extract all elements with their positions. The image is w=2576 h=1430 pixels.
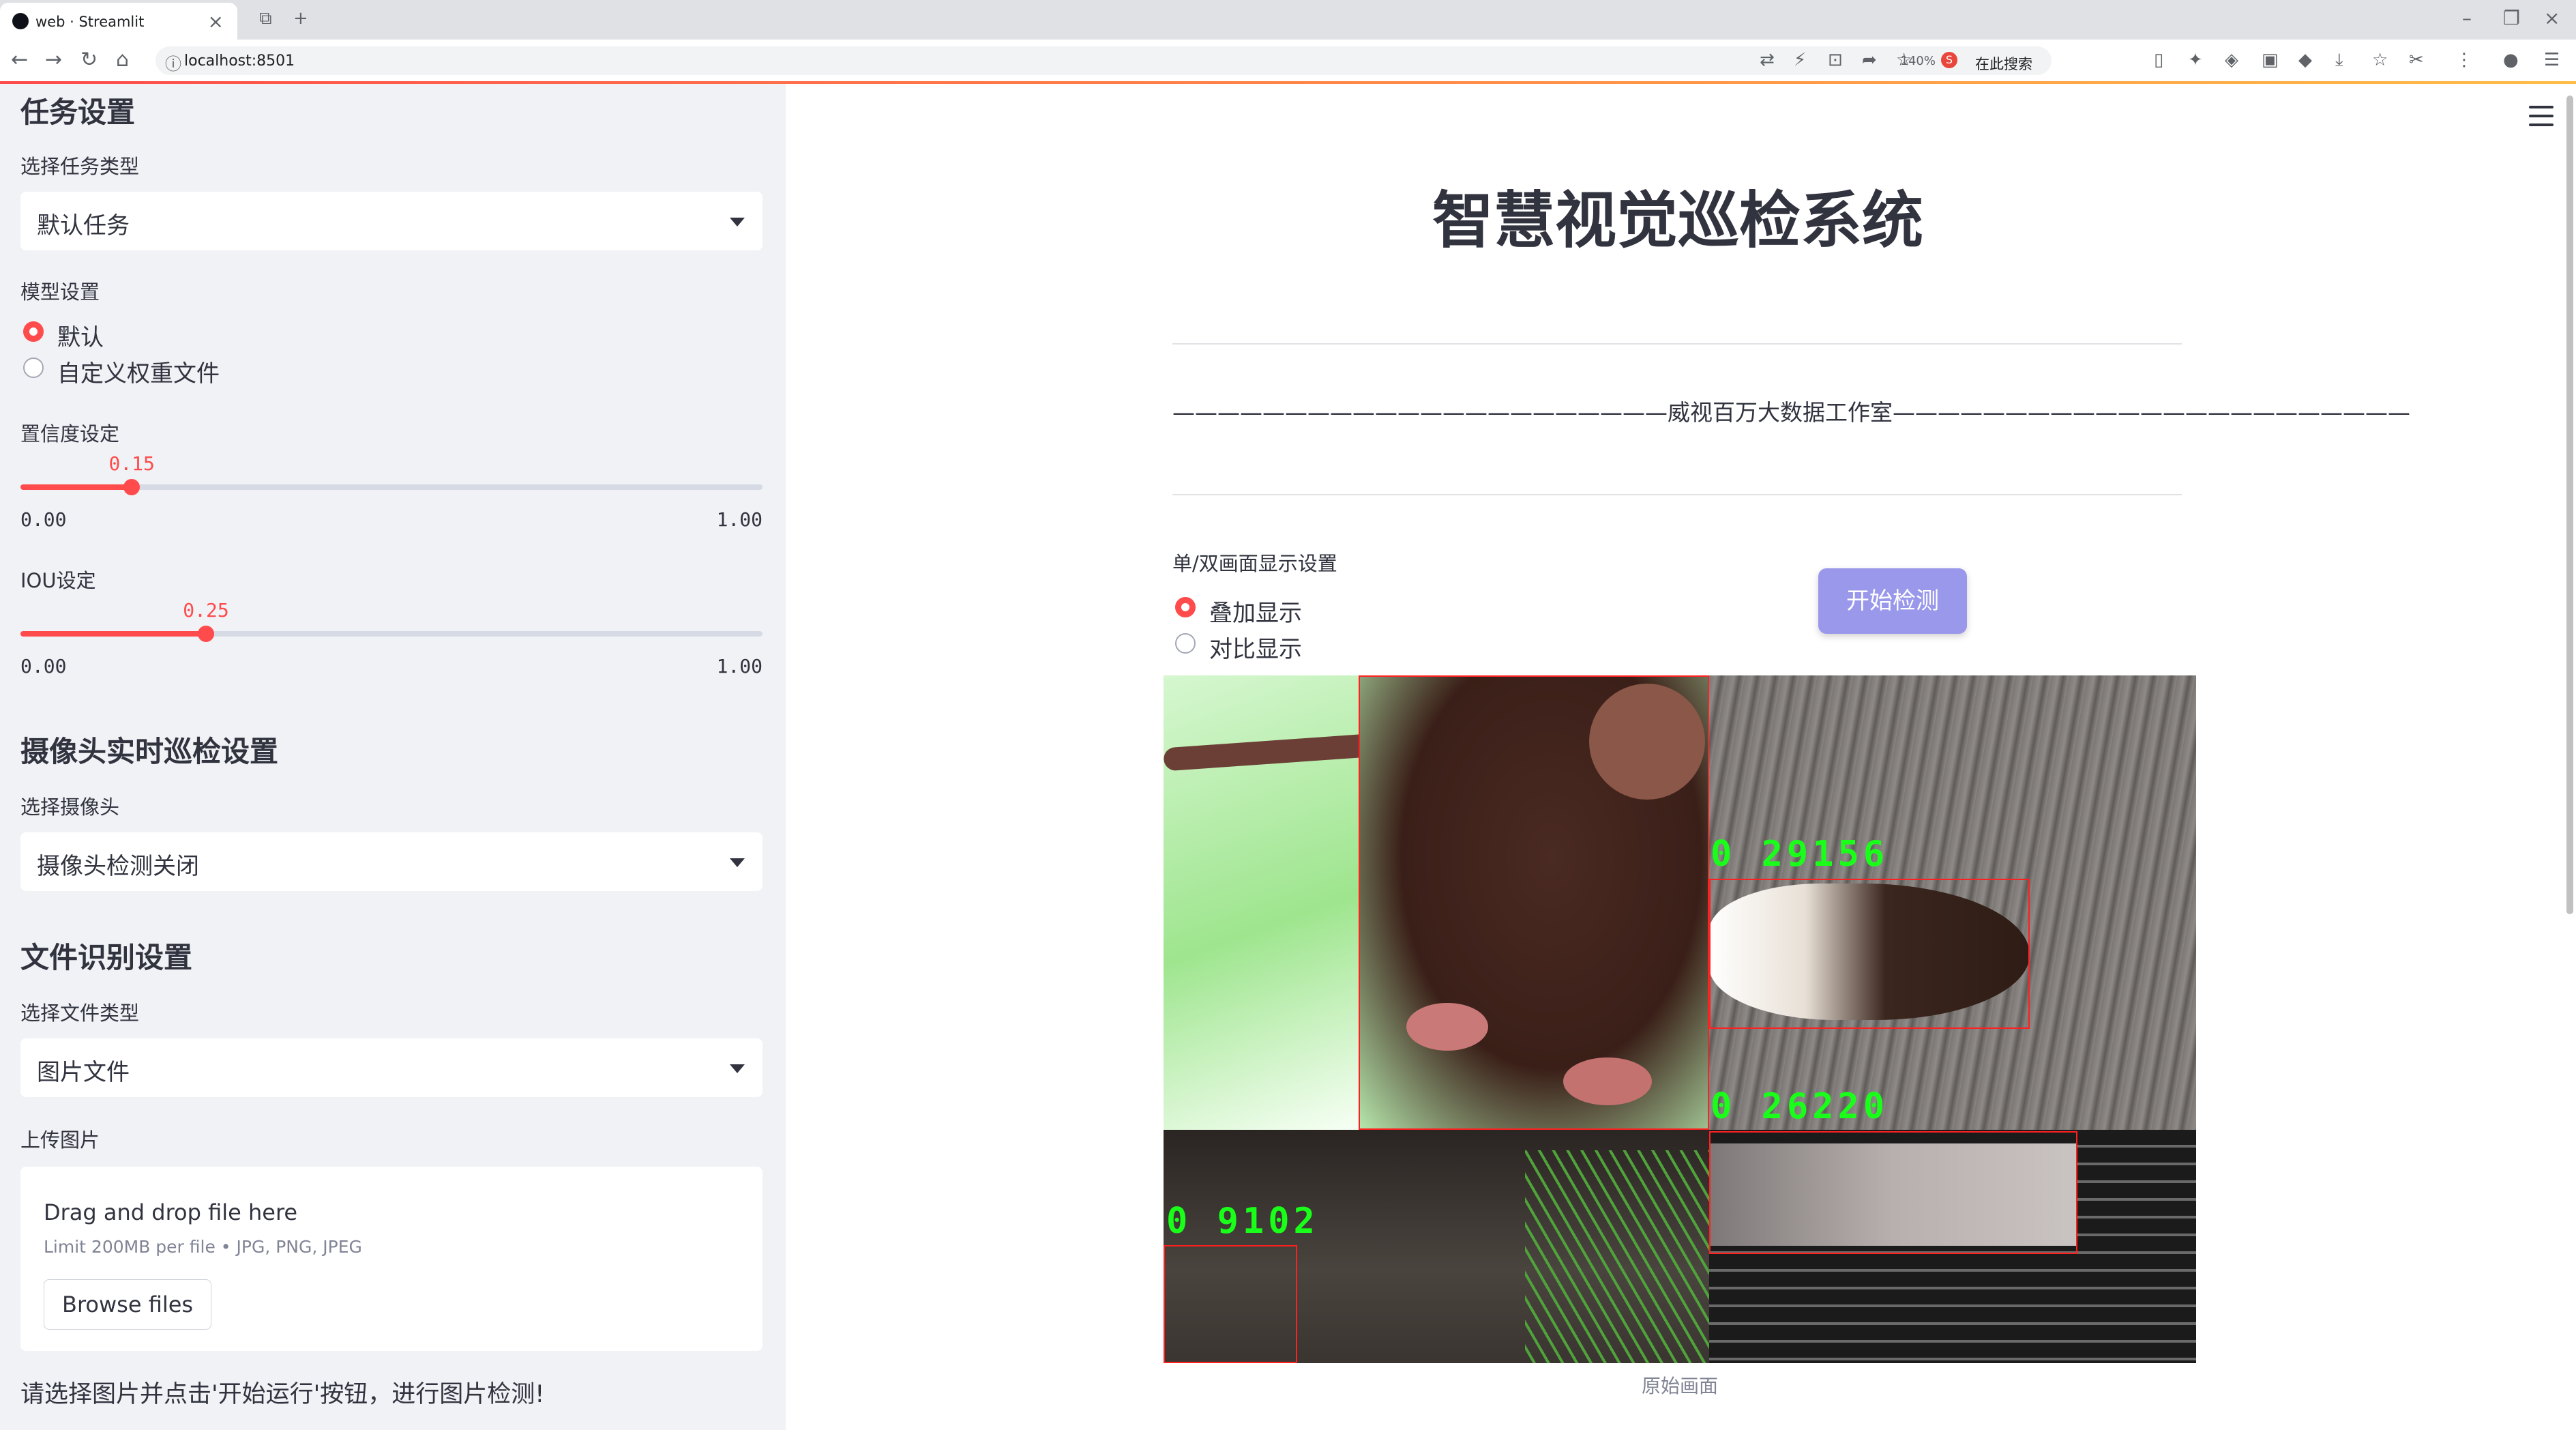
back-icon[interactable]: ← — [11, 48, 28, 72]
lightning-icon[interactable]: ⚡ — [1794, 50, 1806, 70]
close-tab-icon[interactable]: × — [208, 10, 224, 33]
confidence-label: 置信度设定 — [20, 422, 120, 446]
screenshot-icon[interactable]: ⊡ — [1828, 50, 1843, 70]
new-tab-icon[interactable]: + — [293, 8, 308, 29]
slider-fill — [20, 484, 132, 490]
model-option-label: 自定义权重文件 — [57, 360, 220, 388]
bounding-box — [1164, 1245, 1297, 1363]
page-scrollbar[interactable] — [2566, 96, 2573, 914]
task-type-value: 默认任务 — [37, 212, 130, 239]
slider-thumb[interactable] — [198, 626, 214, 642]
forward-icon[interactable]: → — [45, 48, 62, 72]
camera-select-label: 选择摄像头 — [20, 796, 120, 819]
reload-icon[interactable]: ↻ — [80, 48, 98, 72]
file-type-value: 图片文件 — [37, 1059, 130, 1086]
iou-label: IOU设定 — [20, 569, 96, 592]
divider — [1172, 343, 2182, 345]
radio-selected-icon[interactable] — [1175, 597, 1196, 617]
profile-avatar-icon[interactable]: ● — [2503, 50, 2519, 70]
radio-selected-icon[interactable] — [23, 321, 44, 342]
browse-files-button[interactable]: Browse files — [44, 1279, 212, 1330]
translate-icon[interactable]: ⇄ — [1760, 50, 1775, 70]
model-settings-label: 模型设置 — [20, 280, 100, 304]
file-settings-header: 文件识别设置 — [20, 941, 193, 974]
share-icon[interactable]: ➦ — [1862, 50, 1877, 70]
page-title: 智慧视觉巡检系统 — [1432, 185, 1923, 257]
task-settings-header: 任务设置 — [20, 96, 136, 129]
radio-unselected-icon[interactable] — [1175, 633, 1196, 654]
camera-select-value: 摄像头检测关闭 — [37, 853, 199, 880]
iou-slider[interactable]: 0.25 0.00 1.00 — [20, 599, 763, 677]
tab-title: web · Streamlit — [35, 14, 145, 30]
image-tile-rat-tail — [1164, 675, 1359, 1130]
divider — [1172, 494, 2182, 495]
minimize-icon[interactable]: – — [2462, 7, 2472, 29]
upload-limit-text: Limit 200MB per file • JPG, PNG, JPEG — [44, 1237, 362, 1257]
slider-min-value: 0.00 — [20, 655, 67, 677]
camera-settings-header: 摄像头实时巡检设置 — [20, 735, 279, 768]
slider-current-value: 0.25 — [183, 599, 229, 622]
display-option-label: 叠加显示 — [1209, 600, 1302, 627]
slider-min-value: 0.00 — [20, 508, 67, 531]
favorites-icon[interactable]: ☆ — [2372, 50, 2388, 70]
search-engine-icon: S — [1941, 52, 1957, 68]
sidebar: 任务设置 选择任务类型 默认任务 模型设置 默认 自定义权重文件 置信度设定 0… — [0, 84, 786, 1430]
extension3-icon[interactable]: ▣ — [2262, 50, 2279, 70]
slider-max-value: 1.00 — [716, 508, 763, 531]
slider-current-value: 0.15 — [108, 452, 155, 475]
image-caption: 原始画面 — [1641, 1375, 1718, 1397]
extension2-icon[interactable]: ◈ — [2225, 50, 2238, 70]
display-mode-label: 单/双画面显示设置 — [1172, 552, 1337, 575]
tab-groups-icon[interactable]: ⧉ — [259, 8, 272, 29]
extension-icon[interactable]: ✦ — [2188, 50, 2203, 70]
display-option-label: 对比显示 — [1209, 636, 1302, 663]
detection-result-image: 0 29156 0 26220 0 9102 — [1164, 675, 2196, 1363]
task-type-label: 选择任务类型 — [20, 155, 140, 178]
restore-icon[interactable]: ❐ — [2503, 7, 2520, 29]
streamlit-favicon-icon — [12, 13, 29, 29]
start-detection-button[interactable]: 开始检测 — [1818, 568, 1967, 634]
chevron-down-icon — [730, 218, 745, 227]
instruction-note: 请选择图片并点击'开始运行'按钮，进行图片检测! — [20, 1381, 545, 1408]
file-type-label: 选择文件类型 — [20, 1002, 140, 1025]
address-toolbar: ← → ↻ ⌂ ⓘ localhost:8501 140% ⇄ ⚡ ⊡ ➦ ☆ … — [0, 40, 2576, 83]
more-vertical-icon[interactable]: ⋮ — [2455, 50, 2473, 70]
detection-label: 0 29156 — [1711, 834, 1889, 875]
detection-label: 0 9102 — [1166, 1201, 1319, 1242]
slider-thumb[interactable] — [123, 479, 140, 495]
browser-menu-icon[interactable]: ☰ — [2544, 50, 2560, 70]
file-type-select[interactable]: 图片文件 — [20, 1038, 763, 1097]
cut-tool-icon[interactable]: ✂ — [2409, 50, 2424, 70]
detection-label: 0 26220 — [1711, 1086, 1889, 1127]
chevron-down-icon — [730, 858, 745, 867]
search-placeholder: 在此搜索 — [1975, 56, 2032, 72]
download-icon[interactable]: ⤓ — [2335, 50, 2343, 71]
bookmark-star-icon[interactable]: ☆ — [1896, 50, 1912, 70]
browser-tab-bar: web · Streamlit × ⧉ + – ❐ × — [0, 0, 2576, 40]
radio-unselected-icon[interactable] — [23, 358, 44, 378]
chevron-down-icon — [730, 1064, 745, 1073]
model-option-label: 默认 — [57, 324, 104, 351]
url-text[interactable]: localhost:8501 — [184, 53, 295, 70]
browser-tab[interactable]: web · Streamlit × — [0, 3, 237, 40]
upload-drag-text: Drag and drop file here — [44, 1199, 298, 1225]
task-type-select[interactable]: 默认任务 — [20, 192, 763, 250]
file-uploader-dropzone[interactable]: Drag and drop file here Limit 200MB per … — [20, 1167, 763, 1351]
window-close-icon[interactable]: × — [2544, 7, 2560, 29]
confidence-slider[interactable]: 0.15 0.00 1.00 — [20, 452, 763, 531]
search-box[interactable]: S 在此搜索 — [1937, 46, 2142, 75]
home-icon[interactable]: ⌂ — [116, 48, 129, 72]
camera-select[interactable]: 摄像头检测关闭 — [20, 832, 763, 891]
bounding-box — [1359, 675, 1709, 1130]
extension4-icon[interactable]: ◆ — [2298, 50, 2312, 70]
site-info-icon[interactable]: ⓘ — [165, 50, 181, 74]
bounding-box — [1709, 1131, 2077, 1254]
bounding-box — [1709, 879, 2030, 1029]
slider-max-value: 1.00 — [716, 655, 763, 677]
studio-banner: ——————————————————————威视百万大数据工作室————————… — [1172, 399, 2410, 426]
slider-fill — [20, 631, 206, 637]
upload-label: 上传图片 — [20, 1128, 100, 1152]
hamburger-menu-icon[interactable] — [2529, 106, 2553, 126]
phone-icon[interactable]: ▯ — [2154, 50, 2163, 70]
